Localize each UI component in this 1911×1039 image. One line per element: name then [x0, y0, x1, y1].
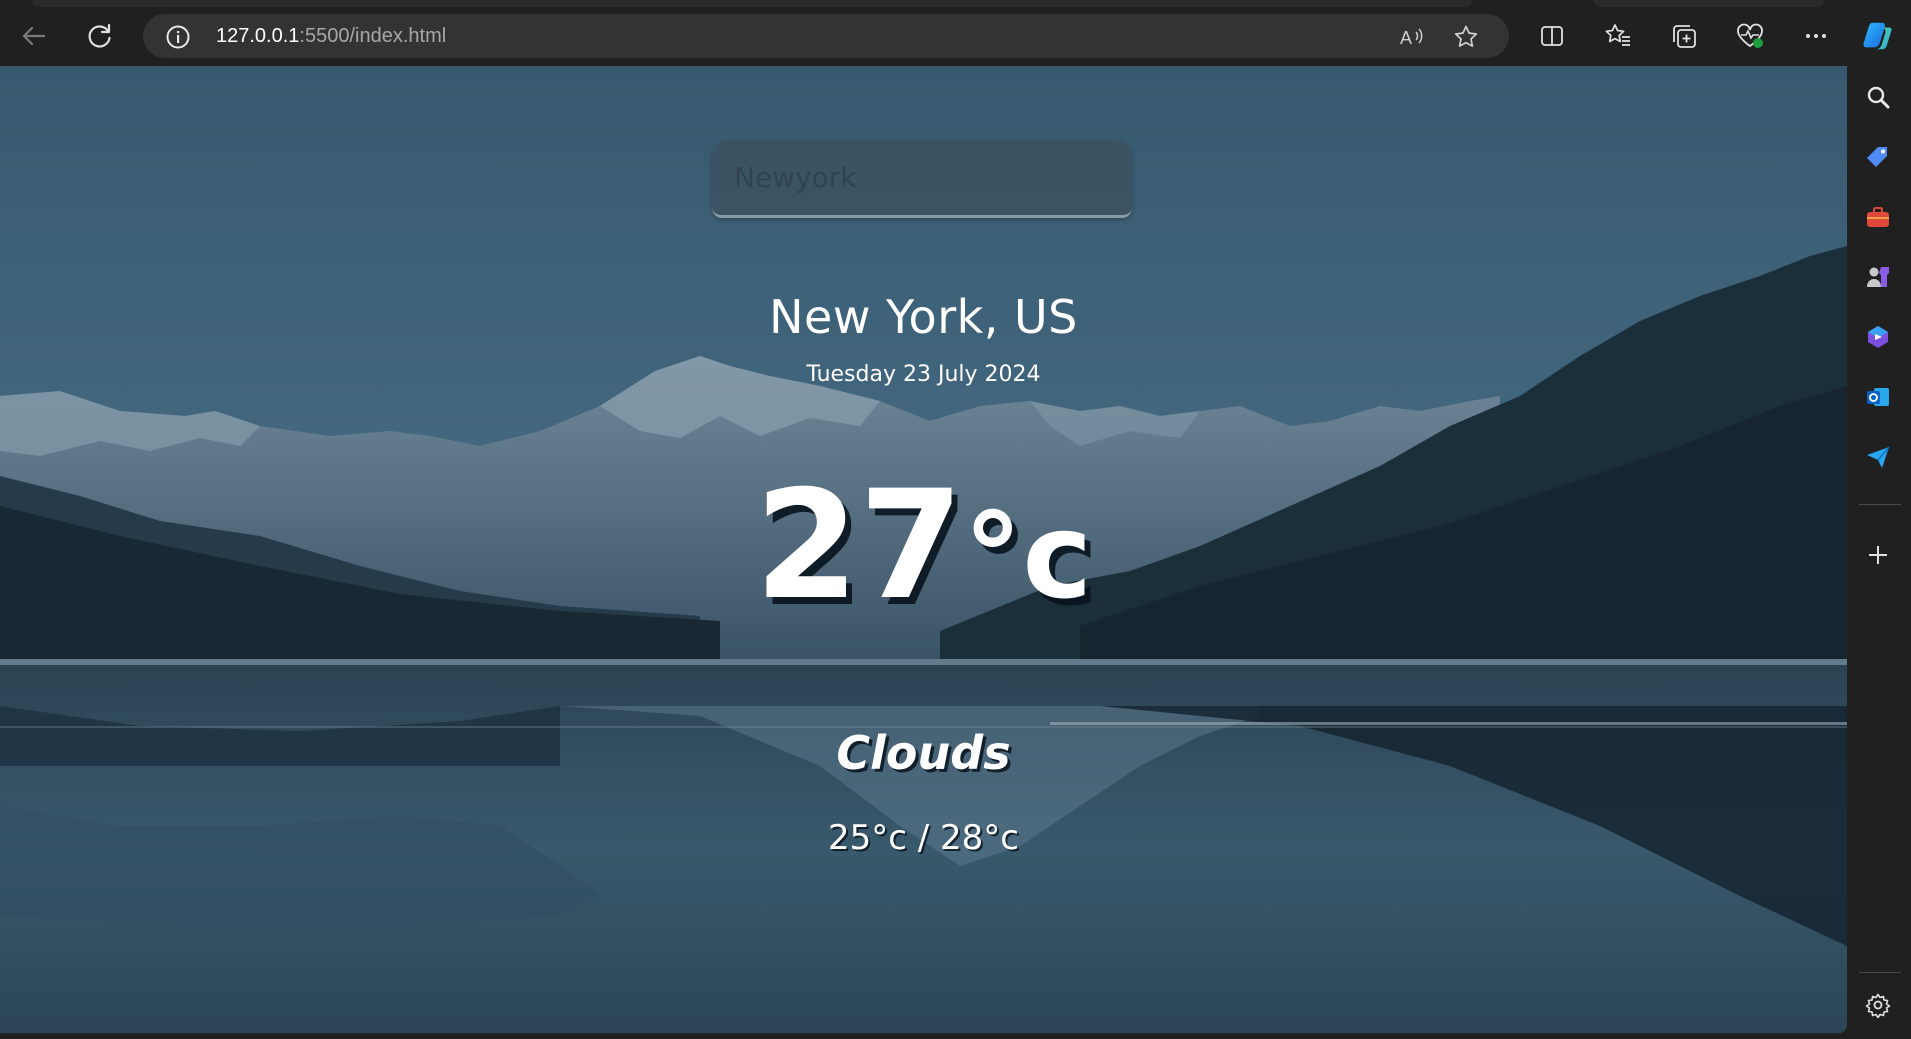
- outlook-icon[interactable]: [1861, 380, 1895, 414]
- read-aloud-icon[interactable]: A: [1397, 23, 1425, 51]
- sidebar-divider: [1859, 504, 1901, 505]
- drop-icon[interactable]: [1861, 440, 1895, 474]
- browser-essentials-icon[interactable]: [1733, 19, 1767, 53]
- favorite-star-icon[interactable]: [1452, 23, 1480, 51]
- address-path: :5500/index.html: [299, 25, 447, 47]
- current-temperature: 27°c: [0, 471, 1847, 631]
- address-url[interactable]: 127.0.0.1:5500/index.html: [216, 24, 446, 48]
- weather-condition: Clouds: [836, 726, 1011, 780]
- settings-icon[interactable]: [1861, 988, 1895, 1022]
- search-icon[interactable]: [1861, 80, 1895, 114]
- copilot-icon[interactable]: [1861, 19, 1895, 53]
- collections-icon[interactable]: [1667, 19, 1701, 53]
- sidebar-divider-bottom: [1859, 972, 1901, 973]
- web-page: New York, US Tuesday 23 July 2024 27°c C…: [0, 66, 1847, 1033]
- address-bar[interactable]: 127.0.0.1:5500/index.html A: [143, 14, 1509, 58]
- tab-strip: [32, 0, 1472, 7]
- city-search-input[interactable]: [712, 140, 1132, 218]
- city-name: New York, US: [769, 290, 1078, 344]
- tools-icon[interactable]: [1861, 200, 1895, 234]
- refresh-button[interactable]: [81, 17, 119, 55]
- games-icon[interactable]: [1861, 260, 1895, 294]
- browser-sidebar: [1847, 66, 1911, 1039]
- browser-toolbar: 127.0.0.1:5500/index.html A: [0, 0, 1911, 66]
- temperature-unit: °c: [963, 487, 1093, 625]
- favorites-icon[interactable]: [1601, 19, 1635, 53]
- shopping-tag-icon[interactable]: [1861, 140, 1895, 174]
- temperature-range: 25°c / 28°c: [828, 818, 1019, 858]
- refresh-icon: [86, 22, 114, 50]
- back-icon: [20, 22, 48, 50]
- tab-strip-right: [1594, 0, 1824, 7]
- add-icon[interactable]: [1861, 538, 1895, 572]
- back-button[interactable]: [15, 17, 53, 55]
- svg-text:A: A: [1400, 28, 1412, 48]
- address-host: 127.0.0.1: [216, 25, 300, 47]
- temperature-value: 27: [754, 459, 964, 633]
- current-date: Tuesday 23 July 2024: [806, 362, 1041, 387]
- microsoft-365-icon[interactable]: [1861, 320, 1895, 354]
- split-screen-icon[interactable]: [1535, 19, 1569, 53]
- more-icon[interactable]: [1799, 19, 1833, 53]
- info-icon[interactable]: [165, 24, 190, 49]
